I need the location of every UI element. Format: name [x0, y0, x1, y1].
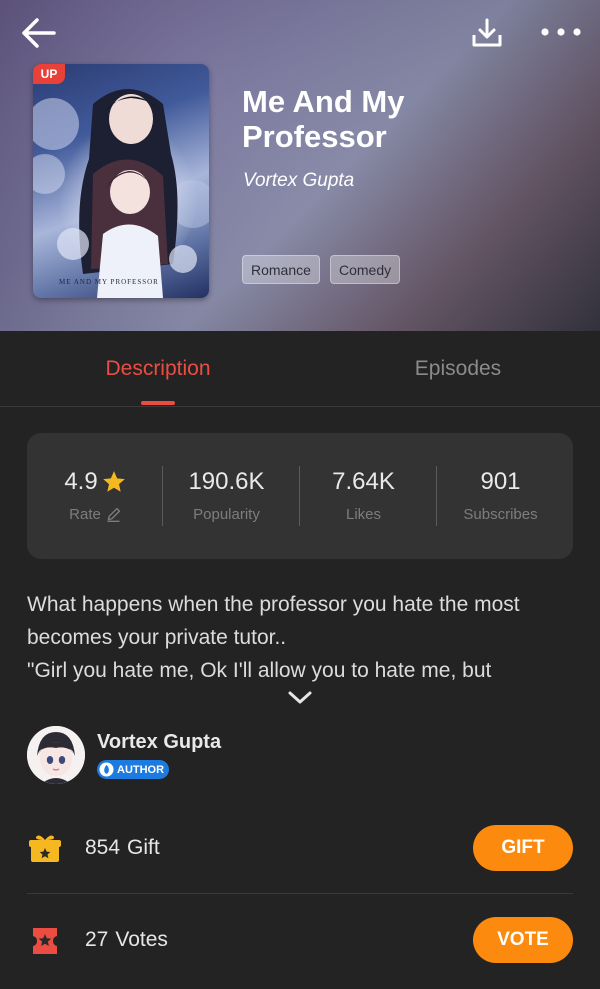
likes-label: Likes — [345, 506, 382, 523]
rate-value: 4.9 — [64, 468, 98, 495]
stat-likes: 7.64K Likes — [295, 467, 432, 523]
author-name[interactable]: Vortex Gupta — [97, 731, 221, 754]
author-badge: AUTHOR — [97, 760, 170, 779]
description-line: What happens when the professor you hate… — [27, 593, 520, 616]
author-flame-icon — [99, 762, 114, 777]
gift-button[interactable]: GIFT — [473, 825, 573, 871]
book-author[interactable]: Vortex Gupta — [243, 170, 354, 192]
star-icon — [102, 471, 125, 492]
arrow-left-icon — [22, 18, 56, 48]
more-dots-icon — [541, 28, 581, 36]
tab-bar: Description Episodes — [0, 331, 600, 407]
subscribes-value: 901 — [480, 468, 521, 495]
description-text: What happens when the professor you hate… — [27, 588, 575, 687]
subscribes-label: Subscribes — [463, 506, 538, 523]
book-cover: UP ME AND MY PROFESSOR — [33, 64, 209, 298]
likes-value: 7.64K — [332, 468, 395, 495]
popularity-value: 190.6K — [188, 468, 265, 495]
gift-box-icon — [29, 835, 61, 862]
more-button[interactable] — [538, 14, 584, 50]
rate-label: Rate — [69, 506, 101, 523]
expand-description-button[interactable] — [286, 688, 314, 708]
vote-ticket-icon — [33, 928, 57, 954]
book-title: Me And My Professor — [242, 84, 405, 154]
gift-row: 854 Gift GIFT — [27, 818, 573, 878]
stats-panel: 4.9 Rate 190.6K Popularity 7.64K Likes 9… — [27, 433, 573, 559]
author-avatar-illustration — [27, 726, 85, 784]
author-row: Vortex Gupta AUTHOR — [27, 726, 573, 786]
description-line: becomes your private tutor.. — [27, 626, 287, 649]
tab-description[interactable]: Description — [60, 331, 256, 407]
tab-episodes[interactable]: Episodes — [360, 331, 556, 407]
download-button[interactable] — [468, 14, 506, 52]
edit-pencil-icon — [107, 507, 120, 522]
stat-rate[interactable]: 4.9 Rate — [27, 467, 164, 523]
votes-count: 27 — [85, 928, 109, 951]
tag-comedy[interactable]: Comedy — [330, 255, 401, 284]
gift-label: Gift — [127, 836, 160, 859]
popularity-label: Popularity — [193, 506, 260, 523]
avatar[interactable] — [27, 726, 85, 784]
cover-caption: ME AND MY PROFESSOR — [59, 278, 159, 286]
back-button[interactable] — [18, 14, 58, 52]
stat-subscribes: 901 Subscribes — [432, 467, 569, 523]
download-icon — [472, 18, 502, 47]
description-line: "Girl you hate me, Ok I'll allow you to … — [27, 659, 492, 682]
row-divider — [27, 893, 573, 894]
book-header: UP ME AND MY PROFESSOR Me And My Profess… — [0, 0, 600, 331]
vote-row: 27 Votes VOTE — [27, 910, 573, 970]
chevron-down-icon — [288, 691, 312, 704]
votes-label: Votes — [115, 928, 168, 951]
gift-count: 854 — [85, 836, 121, 859]
tag-romance[interactable]: Romance — [242, 255, 320, 284]
stat-popularity: 190.6K Popularity — [158, 467, 295, 523]
update-badge: UP — [33, 64, 65, 84]
cover-illustration — [33, 89, 209, 298]
active-tab-indicator — [141, 401, 175, 405]
author-badge-label: AUTHOR — [117, 763, 165, 776]
vote-button[interactable]: VOTE — [473, 917, 573, 963]
